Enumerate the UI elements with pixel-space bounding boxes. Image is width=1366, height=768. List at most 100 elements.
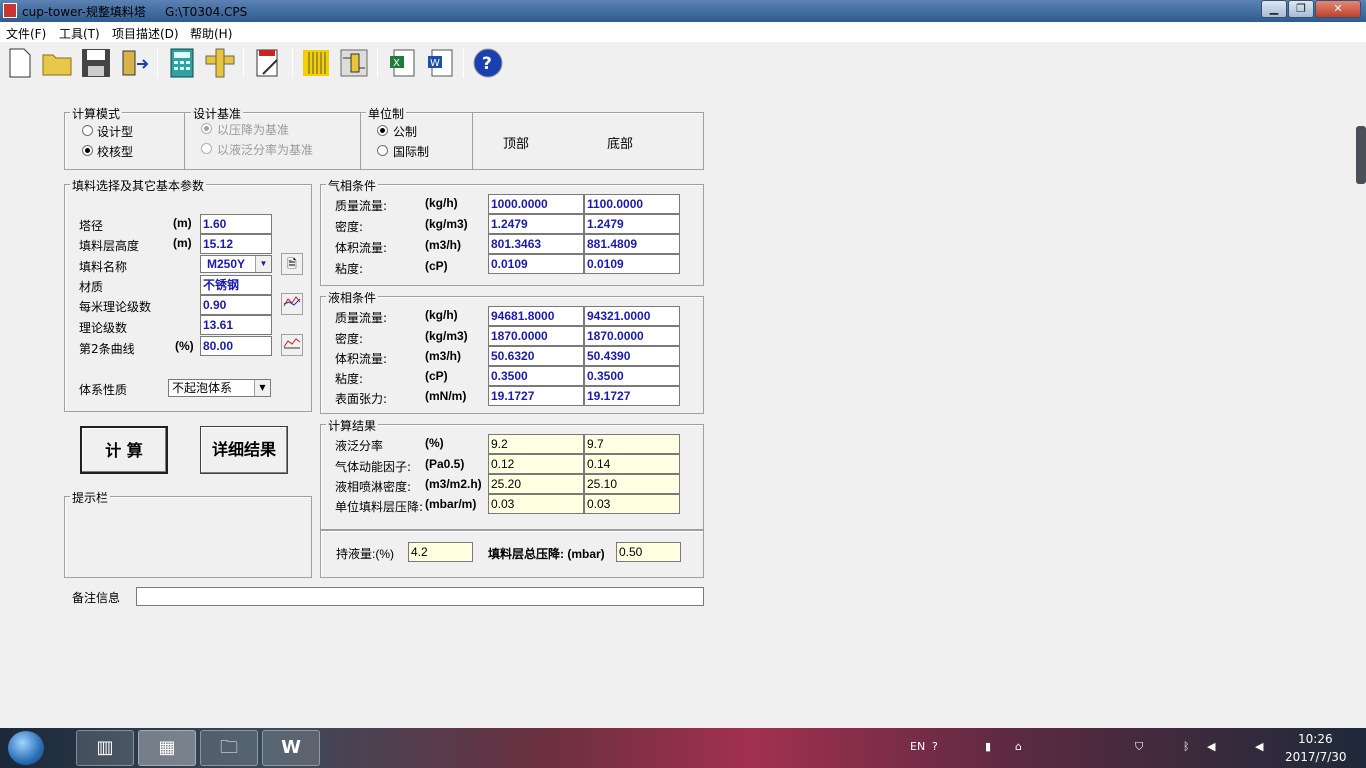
curve-button[interactable] — [281, 293, 303, 315]
gas-mass-flow-top[interactable]: 1000.0000 — [488, 194, 584, 214]
ruler-icon[interactable] — [204, 47, 236, 79]
calculator-icon[interactable] — [166, 47, 198, 79]
speaker-mute-icon[interactable]: ◀ — [1255, 740, 1263, 753]
gas-density-top[interactable]: 1.2479 — [488, 214, 584, 234]
gas-viscosity-bottom[interactable]: 0.0109 — [584, 254, 680, 274]
maximize-button[interactable]: ❐ — [1288, 0, 1314, 18]
window-title: cup-tower-规整填料塔 G:\T0304.CPS — [22, 5, 248, 19]
minimize-button[interactable]: ▁ — [1261, 0, 1287, 18]
security-shield-icon[interactable]: ⛉ — [1135, 740, 1143, 754]
clock-time[interactable]: 10:26 — [1298, 732, 1333, 746]
new-file-icon[interactable] — [4, 47, 36, 79]
radio-flood-basis[interactable] — [201, 143, 212, 154]
radio-si[interactable] — [377, 145, 388, 156]
close-button[interactable]: ✕ — [1315, 0, 1361, 18]
line-chart-icon — [283, 296, 301, 307]
liquid-viscosity-bottom[interactable]: 0.3500 — [584, 366, 680, 386]
taskbar: ▥ ▦ 🗀 W EN ? ▮ ⌂ ⛉ ᛒ ◀ ◀ 10:26 2017/7/30 — [0, 728, 1366, 768]
menu-project-desc[interactable]: 项目描述(D) — [112, 25, 179, 42]
packing-unit: (%) — [175, 339, 194, 353]
radio-check-mode[interactable] — [82, 145, 93, 156]
network-icon[interactable]: ⌂ — [1015, 740, 1022, 753]
gas-volume-flow-top[interactable]: 801.3463 — [488, 234, 584, 254]
material-input[interactable]: 不锈钢 — [200, 275, 272, 295]
taskbar-app-cup-tower[interactable]: ▦ — [138, 730, 196, 766]
stages-per-meter-input[interactable]: 0.90 — [200, 295, 272, 315]
result-row-label: 液相喷淋密度: — [335, 480, 412, 494]
packing-library-button[interactable]: 🗎 — [281, 253, 303, 275]
taskbar-app-tower[interactable]: ▥ — [76, 730, 134, 766]
export-excel-icon[interactable]: X — [386, 47, 418, 79]
liquid-volume-flow-top[interactable]: 50.6320 — [488, 346, 584, 366]
gas-density-bottom[interactable]: 1.2479 — [584, 214, 680, 234]
flood-fraction-bottom: 9.7 — [584, 434, 680, 454]
exit-icon[interactable] — [118, 47, 150, 79]
tower-app-icon: ▥ — [96, 737, 114, 758]
liquid-row-unit: (m3/h) — [425, 349, 461, 363]
liquid-volume-flow-bottom[interactable]: 50.4390 — [584, 346, 680, 366]
system-property-value: 不起泡体系 — [172, 381, 233, 395]
theoretical-stages-input[interactable]: 13.61 — [200, 315, 272, 335]
flow-diagram-icon[interactable] — [338, 47, 370, 79]
result-row-label: 液泛分率 — [335, 439, 384, 453]
system-property-select[interactable]: 不起泡体系 ▼ — [168, 379, 271, 397]
taskbar-app-explorer[interactable]: 🗀 — [200, 730, 258, 766]
packing-label: 第2条曲线 — [79, 342, 135, 356]
divider — [472, 112, 473, 170]
volume-icon[interactable]: ◀ — [1207, 740, 1215, 753]
radio-pressure-basis[interactable] — [201, 123, 212, 134]
diameter-input[interactable]: 1.60 — [200, 214, 272, 234]
packing-name-select[interactable]: M250Y ▼ — [200, 255, 272, 273]
open-folder-icon[interactable] — [42, 47, 74, 79]
detail-results-button[interactable]: 详细结果 — [200, 426, 288, 474]
scrollbar-thumb[interactable] — [1356, 126, 1366, 184]
liquid-phase-legend: 液相条件 — [326, 289, 379, 306]
liquid-surface-tension-top[interactable]: 19.1727 — [488, 386, 584, 406]
second-curve-button[interactable] — [281, 334, 303, 356]
liquid-density-top[interactable]: 1870.0000 — [488, 326, 584, 346]
toolbar-separator — [157, 48, 158, 78]
calculate-button[interactable]: 计 算 — [80, 426, 168, 474]
result-row-label: 气体动能因子: — [335, 460, 412, 474]
liquid-viscosity-top[interactable]: 0.3500 — [488, 366, 584, 386]
help-tray-icon[interactable]: ? — [932, 740, 938, 753]
liquid-surface-tension-bottom[interactable]: 19.1727 — [584, 386, 680, 406]
document-icon: 🗎 — [287, 257, 297, 271]
menu-file[interactable]: 文件(F) — [6, 25, 46, 42]
liquid-mass-flow-top[interactable]: 94681.8000 — [488, 306, 584, 326]
gas-mass-flow-bottom[interactable]: 1100.0000 — [584, 194, 680, 214]
radio-design-mode[interactable] — [82, 125, 93, 136]
taskbar-app-word[interactable]: W — [262, 730, 320, 766]
hint-panel — [64, 496, 312, 578]
second-curve-input[interactable]: 80.00 — [200, 336, 272, 356]
save-icon[interactable] — [80, 47, 112, 79]
spray-density-bottom: 25.10 — [584, 474, 680, 494]
packing-name-value: M250Y — [207, 257, 246, 271]
packing-label: 填料名称 — [79, 260, 128, 274]
export-word-icon[interactable]: W — [424, 47, 456, 79]
total-pressure-drop-label: 填料层总压降: (mbar) — [488, 547, 605, 561]
packing-label: 填料层高度 — [79, 239, 140, 253]
remark-input[interactable] — [136, 587, 704, 606]
gas-row-label: 密度: — [335, 220, 364, 234]
liquid-row-label: 体积流量: — [335, 352, 388, 366]
liquid-density-bottom[interactable]: 1870.0000 — [584, 326, 680, 346]
bed-height-input[interactable]: 15.12 — [200, 234, 272, 254]
battery-icon[interactable]: ▮ — [985, 740, 991, 753]
start-button[interactable] — [8, 731, 44, 765]
menu-help[interactable]: 帮助(H) — [190, 25, 232, 42]
result-row-unit: (mbar/m) — [425, 497, 477, 511]
edit-report-icon[interactable] — [252, 47, 284, 79]
menu-tools[interactable]: 工具(T) — [59, 25, 100, 42]
bluetooth-icon[interactable]: ᛒ — [1183, 740, 1190, 753]
tower-chart-icon[interactable] — [300, 47, 332, 79]
help-icon[interactable]: ? — [472, 47, 504, 79]
radio-metric[interactable] — [377, 125, 388, 136]
clock-date[interactable]: 2017/7/30 — [1285, 750, 1347, 764]
liquid-row-unit: (cP) — [425, 369, 448, 383]
gas-viscosity-top[interactable]: 0.0109 — [488, 254, 584, 274]
liquid-mass-flow-bottom[interactable]: 94321.0000 — [584, 306, 680, 326]
language-indicator[interactable]: EN — [910, 740, 925, 753]
gas-volume-flow-bottom[interactable]: 881.4809 — [584, 234, 680, 254]
toolbar-separator — [377, 48, 378, 78]
